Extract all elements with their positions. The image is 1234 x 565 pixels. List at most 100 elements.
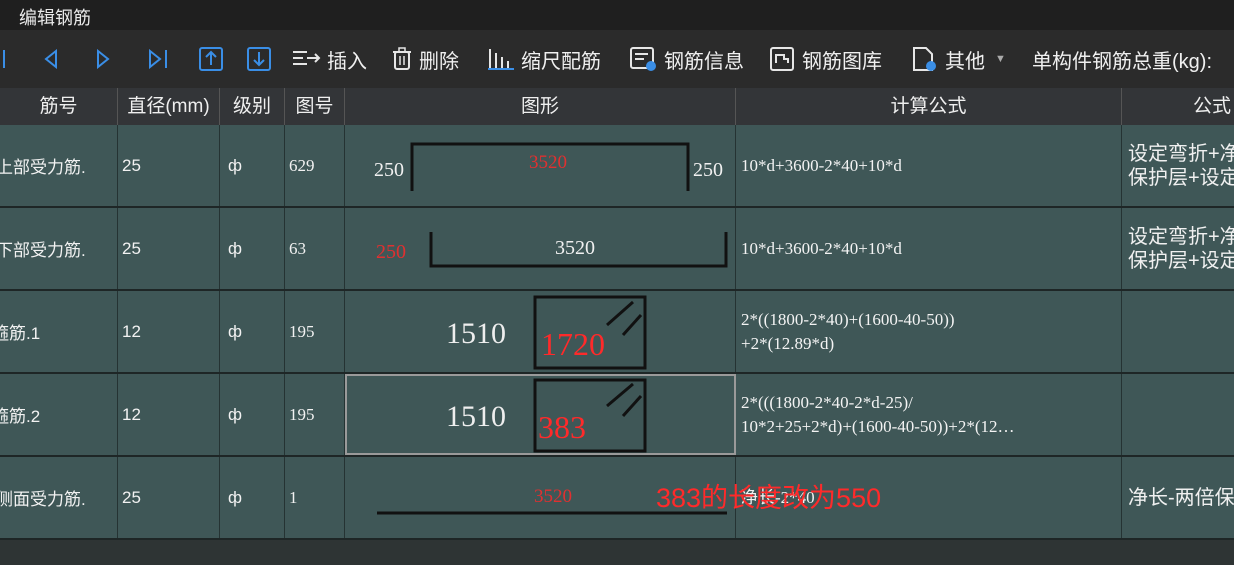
rebar-name[interactable]: 下部受力筋. xyxy=(0,208,86,289)
document-gear-icon xyxy=(913,47,936,71)
formula-line: 2*((1800-2*40)+(1600-40-50)) xyxy=(741,309,955,329)
rebar-diameter[interactable]: 12 xyxy=(122,291,141,372)
trash-icon xyxy=(393,47,411,70)
dim-mid: 3520 xyxy=(534,486,572,507)
dim-height: 383 xyxy=(538,409,586,445)
table-row[interactable]: 上部受力筋. 25 ф 629 250 3520 250 10*d+3600-2… xyxy=(0,125,1234,208)
insert-icon xyxy=(293,51,321,65)
rebar-diameter[interactable]: 25 xyxy=(122,125,141,206)
header-shape[interactable]: 图形 xyxy=(345,88,736,125)
arrow-down-box-icon xyxy=(247,47,271,71)
rebar-formula[interactable]: 2*((1800-2*40)+(1600-40-50)) +2*(12.89*d… xyxy=(741,291,955,372)
rebar-name[interactable]: 箍筋.1 xyxy=(0,291,40,372)
rebar-shape[interactable]: 250 3520 xyxy=(345,208,736,289)
rebar-grade[interactable]: ф xyxy=(228,457,242,538)
rebar-shape-selected[interactable]: 1510 383 xyxy=(345,374,736,455)
insert-label: 插入 xyxy=(327,50,367,73)
info-list-icon xyxy=(630,47,656,71)
delete-label: 删除 xyxy=(419,50,459,73)
table-row[interactable]: 侧面受力筋. 25 ф 1 3520 净长-2*40 净长-两倍保 xyxy=(0,457,1234,540)
rebar-shape[interactable]: 1510 1720 xyxy=(345,291,736,372)
triangle-left-icon xyxy=(44,49,57,69)
rebar-shape-drawing: 250 3520 xyxy=(376,232,728,268)
dim-mid: 3520 xyxy=(555,237,595,259)
rebar-shape-drawing: 1510 1720 xyxy=(446,295,647,370)
dim-left: 250 xyxy=(376,241,406,263)
header-desc[interactable]: 公式 xyxy=(1122,88,1234,125)
arrow-up-box-icon xyxy=(199,47,223,71)
rebar-formula[interactable]: 10*d+3600-2*40+10*d xyxy=(741,208,902,289)
rebar-name[interactable]: 箍筋.2 xyxy=(0,374,40,455)
formula-line: 2*(((1800-2*40-2*d-25)/ xyxy=(741,392,913,412)
last-record-icon xyxy=(149,49,167,69)
rebar-grade[interactable]: ф xyxy=(228,374,242,455)
red-annotation: 383的长度改为550 xyxy=(656,483,882,513)
rebar-library-button[interactable]: 钢筋图库 xyxy=(770,30,882,88)
header-name[interactable]: 筋号 xyxy=(0,88,118,125)
first-record-icon xyxy=(3,50,5,68)
rebar-figure-no[interactable]: 195 xyxy=(289,374,315,455)
rebar-figure-no[interactable]: 195 xyxy=(289,291,315,372)
dim-left: 250 xyxy=(374,159,404,181)
dim-mid: 3520 xyxy=(529,152,567,173)
table-row[interactable]: 箍筋.2 12 ф 195 1510 383 2*(((1800-2*40-2*… xyxy=(0,374,1234,457)
rebar-grade[interactable]: ф xyxy=(228,291,242,372)
dim-right: 250 xyxy=(693,159,723,181)
first-record-button[interactable] xyxy=(0,30,8,88)
dim-width: 1510 xyxy=(446,317,506,350)
rebar-name[interactable]: 侧面受力筋. xyxy=(0,457,86,538)
rebar-formula[interactable]: 10*d+3600-2*40+10*d xyxy=(741,125,902,206)
rebar-library-label: 钢筋图库 xyxy=(802,50,882,73)
desc-line: 净长-两倍保 xyxy=(1128,486,1234,509)
rebar-diameter[interactable]: 12 xyxy=(122,374,141,455)
rebar-diameter[interactable]: 25 xyxy=(122,457,141,538)
header-grade[interactable]: 级别 xyxy=(220,88,285,125)
rebar-diameter[interactable]: 25 xyxy=(122,208,141,289)
other-label: 其他 xyxy=(945,50,985,73)
rebar-name[interactable]: 上部受力筋. xyxy=(0,125,86,206)
last-record-button[interactable] xyxy=(148,30,170,88)
desc-line: 设定弯折+净 xyxy=(1128,225,1234,248)
rebar-figure-no[interactable]: 63 xyxy=(289,208,306,289)
scale-bars-icon xyxy=(488,49,514,70)
formula-line: 10*d+3600-2*40+10*d xyxy=(741,155,902,175)
delete-button[interactable]: 删除 xyxy=(391,30,459,88)
rebar-grade[interactable]: ф xyxy=(228,208,242,289)
formula-line: 10*2+25+2*d)+(1600-40-50))+2*(12… xyxy=(741,416,1015,436)
rebar-desc[interactable]: 净长-两倍保 xyxy=(1128,457,1234,538)
insert-button[interactable]: 插入 xyxy=(291,30,367,88)
rebar-formula[interactable]: 2*(((1800-2*40-2*d-25)/ 10*2+25+2*d)+(16… xyxy=(741,374,1014,455)
table-row[interactable]: 下部受力筋. 25 ф 63 250 3520 10*d+3600-2*40+1… xyxy=(0,208,1234,291)
rebar-info-button[interactable]: 钢筋信息 xyxy=(630,30,744,88)
header-diameter[interactable]: 直径(mm) xyxy=(118,88,220,125)
window-title: 编辑钢筋 xyxy=(19,8,91,28)
rebar-grade[interactable]: ф xyxy=(228,125,242,206)
rebar-shape[interactable]: 250 3520 250 xyxy=(345,125,736,206)
desc-line: 保护层+设定 xyxy=(1128,249,1234,272)
rebar-desc[interactable]: 设定弯折+净 保护层+设定 xyxy=(1128,125,1234,206)
formula-line: +2*(12.89*d) xyxy=(741,333,835,353)
scale-rebar-label: 缩尺配筋 xyxy=(521,50,601,73)
rebar-shape-drawing: 250 3520 250 xyxy=(374,142,723,191)
rebar-shape-drawing: 1510 383 xyxy=(446,378,647,453)
next-record-button[interactable] xyxy=(96,30,110,88)
desc-line: 设定弯折+净 xyxy=(1128,142,1234,165)
other-dropdown[interactable]: 其他 ▼ xyxy=(911,30,1006,88)
rebar-desc[interactable]: 设定弯折+净 保护层+设定 xyxy=(1128,208,1234,289)
rebar-figure-no[interactable]: 1 xyxy=(289,457,298,538)
formula-line: 10*d+3600-2*40+10*d xyxy=(741,238,902,258)
triangle-right-icon xyxy=(97,49,110,69)
empty-row[interactable] xyxy=(0,540,1234,565)
rebar-figure-no[interactable]: 629 xyxy=(289,125,315,206)
header-formula[interactable]: 计算公式 xyxy=(736,88,1122,125)
table-row[interactable]: 箍筋.1 12 ф 195 1510 1720 2*((1800-2*40)+(… xyxy=(0,291,1234,374)
scale-rebar-button[interactable]: 缩尺配筋 xyxy=(487,30,601,88)
table-header: 筋号 直径(mm) 级别 图号 图形 计算公式 公式 xyxy=(0,88,1234,126)
move-up-button[interactable] xyxy=(199,30,223,88)
rebar-info-label: 钢筋信息 xyxy=(664,50,744,73)
previous-record-button[interactable] xyxy=(44,30,58,88)
move-down-button[interactable] xyxy=(247,30,271,88)
dim-height: 1720 xyxy=(541,326,605,362)
header-figure-no[interactable]: 图号 xyxy=(285,88,345,125)
total-weight-label: 单构件钢筋总重(kg): xyxy=(1032,50,1212,73)
